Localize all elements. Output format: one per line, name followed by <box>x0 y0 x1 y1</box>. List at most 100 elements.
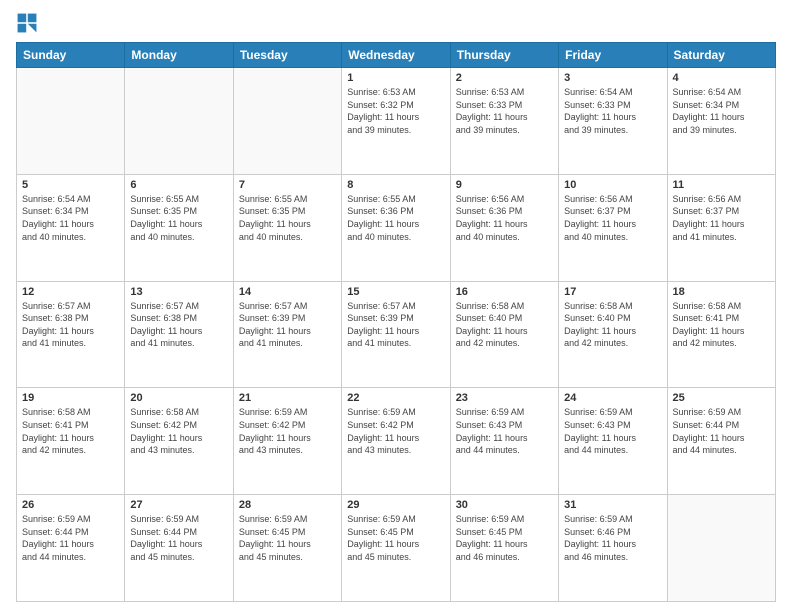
day-number: 28 <box>239 499 336 511</box>
calendar-cell: 13 Sunrise: 6:57 AM Sunset: 6:38 PM Dayli… <box>125 281 233 388</box>
day-info: Sunrise: 6:59 AM Sunset: 6:45 PM Dayligh… <box>347 513 444 563</box>
calendar-cell: 29 Sunrise: 6:59 AM Sunset: 6:45 PM Dayli… <box>342 495 450 602</box>
day-number: 4 <box>673 72 770 84</box>
day-number: 27 <box>130 499 227 511</box>
calendar-cell: 16 Sunrise: 6:58 AM Sunset: 6:40 PM Dayli… <box>450 281 558 388</box>
day-number: 14 <box>239 286 336 298</box>
day-info: Sunrise: 6:57 AM Sunset: 6:38 PM Dayligh… <box>22 300 119 350</box>
day-number: 2 <box>456 72 553 84</box>
day-info: Sunrise: 6:59 AM Sunset: 6:43 PM Dayligh… <box>564 406 661 456</box>
calendar-cell: 21 Sunrise: 6:59 AM Sunset: 6:42 PM Dayli… <box>233 388 341 495</box>
day-info: Sunrise: 6:53 AM Sunset: 6:33 PM Dayligh… <box>456 86 553 136</box>
day-info: Sunrise: 6:58 AM Sunset: 6:40 PM Dayligh… <box>564 300 661 350</box>
day-number: 15 <box>347 286 444 298</box>
day-info: Sunrise: 6:59 AM Sunset: 6:44 PM Dayligh… <box>130 513 227 563</box>
day-number: 13 <box>130 286 227 298</box>
day-number: 31 <box>564 499 661 511</box>
day-number: 12 <box>22 286 119 298</box>
calendar-cell: 1Sunrise: 6:53 AM Sunset: 6:32 PM Daylig… <box>342 68 450 175</box>
calendar-cell: 6 Sunrise: 6:55 AM Sunset: 6:35 PM Daylig… <box>125 174 233 281</box>
calendar-cell: 18 Sunrise: 6:58 AM Sunset: 6:41 PM Dayli… <box>667 281 775 388</box>
day-number: 23 <box>456 392 553 404</box>
calendar-cell: 23 Sunrise: 6:59 AM Sunset: 6:43 PM Dayli… <box>450 388 558 495</box>
weekday-header: Wednesday <box>342 43 450 68</box>
calendar-cell: 31 Sunrise: 6:59 AM Sunset: 6:46 PM Dayli… <box>559 495 667 602</box>
calendar-cell: 28 Sunrise: 6:59 AM Sunset: 6:45 PM Dayli… <box>233 495 341 602</box>
day-number: 9 <box>456 179 553 191</box>
calendar-cell: 2 Sunrise: 6:53 AM Sunset: 6:33 PM Daylig… <box>450 68 558 175</box>
day-info: Sunrise: 6:54 AM Sunset: 6:34 PM Dayligh… <box>673 86 770 136</box>
day-info: Sunrise: 6:58 AM Sunset: 6:41 PM Dayligh… <box>673 300 770 350</box>
calendar-table: SundayMondayTuesdayWednesdayThursdayFrid… <box>16 42 776 602</box>
day-number: 18 <box>673 286 770 298</box>
day-info: Sunrise: 6:58 AM Sunset: 6:41 PM Dayligh… <box>22 406 119 456</box>
day-info: Sunrise: 6:54 AM Sunset: 6:34 PM Dayligh… <box>22 193 119 243</box>
day-number: 21 <box>239 392 336 404</box>
day-number: 29 <box>347 499 444 511</box>
weekday-header: Tuesday <box>233 43 341 68</box>
logo <box>16 12 40 34</box>
day-number: 25 <box>673 392 770 404</box>
calendar-cell: 17 Sunrise: 6:58 AM Sunset: 6:40 PM Dayli… <box>559 281 667 388</box>
day-info: Sunrise: 6:59 AM Sunset: 6:45 PM Dayligh… <box>456 513 553 563</box>
calendar-cell: 22 Sunrise: 6:59 AM Sunset: 6:42 PM Dayli… <box>342 388 450 495</box>
calendar-cell: 10 Sunrise: 6:56 AM Sunset: 6:37 PM Dayli… <box>559 174 667 281</box>
day-info: Sunrise: 6:57 AM Sunset: 6:39 PM Dayligh… <box>239 300 336 350</box>
weekday-header: Friday <box>559 43 667 68</box>
weekday-header: Sunday <box>17 43 125 68</box>
day-number: 30 <box>456 499 553 511</box>
day-info: Sunrise: 6:55 AM Sunset: 6:36 PM Dayligh… <box>347 193 444 243</box>
calendar-cell <box>17 68 125 175</box>
day-info: Sunrise: 6:59 AM Sunset: 6:43 PM Dayligh… <box>456 406 553 456</box>
calendar-cell: 26 Sunrise: 6:59 AM Sunset: 6:44 PM Dayli… <box>17 495 125 602</box>
day-info: Sunrise: 6:55 AM Sunset: 6:35 PM Dayligh… <box>239 193 336 243</box>
calendar-cell: 24 Sunrise: 6:59 AM Sunset: 6:43 PM Dayli… <box>559 388 667 495</box>
day-info: Sunrise: 6:56 AM Sunset: 6:37 PM Dayligh… <box>673 193 770 243</box>
day-number: 17 <box>564 286 661 298</box>
day-number: 26 <box>22 499 119 511</box>
day-number: 11 <box>673 179 770 191</box>
day-number: 5 <box>22 179 119 191</box>
day-info: Sunrise: 6:53 AM Sunset: 6:32 PM Dayligh… <box>347 86 444 136</box>
weekday-header: Thursday <box>450 43 558 68</box>
day-number: 10 <box>564 179 661 191</box>
day-info: Sunrise: 6:57 AM Sunset: 6:39 PM Dayligh… <box>347 300 444 350</box>
weekday-header: Monday <box>125 43 233 68</box>
calendar-cell: 30 Sunrise: 6:59 AM Sunset: 6:45 PM Dayli… <box>450 495 558 602</box>
day-info: Sunrise: 6:59 AM Sunset: 6:44 PM Dayligh… <box>22 513 119 563</box>
day-number: 6 <box>130 179 227 191</box>
day-info: Sunrise: 6:59 AM Sunset: 6:42 PM Dayligh… <box>347 406 444 456</box>
calendar-cell: 3 Sunrise: 6:54 AM Sunset: 6:33 PM Daylig… <box>559 68 667 175</box>
calendar-cell: 20 Sunrise: 6:58 AM Sunset: 6:42 PM Dayli… <box>125 388 233 495</box>
calendar-cell <box>125 68 233 175</box>
day-info: Sunrise: 6:58 AM Sunset: 6:42 PM Dayligh… <box>130 406 227 456</box>
calendar-cell: 5 Sunrise: 6:54 AM Sunset: 6:34 PM Daylig… <box>17 174 125 281</box>
logo-icon <box>16 12 38 34</box>
day-info: Sunrise: 6:55 AM Sunset: 6:35 PM Dayligh… <box>130 193 227 243</box>
calendar-cell: 9Sunrise: 6:56 AM Sunset: 6:36 PM Daylig… <box>450 174 558 281</box>
day-info: Sunrise: 6:59 AM Sunset: 6:44 PM Dayligh… <box>673 406 770 456</box>
day-info: Sunrise: 6:59 AM Sunset: 6:46 PM Dayligh… <box>564 513 661 563</box>
day-number: 16 <box>456 286 553 298</box>
day-info: Sunrise: 6:57 AM Sunset: 6:38 PM Dayligh… <box>130 300 227 350</box>
calendar-cell: 15 Sunrise: 6:57 AM Sunset: 6:39 PM Dayli… <box>342 281 450 388</box>
day-number: 24 <box>564 392 661 404</box>
day-number: 7 <box>239 179 336 191</box>
day-info: Sunrise: 6:56 AM Sunset: 6:37 PM Dayligh… <box>564 193 661 243</box>
page: SundayMondayTuesdayWednesdayThursdayFrid… <box>0 0 792 612</box>
calendar-cell <box>233 68 341 175</box>
calendar-cell: 11 Sunrise: 6:56 AM Sunset: 6:37 PM Dayli… <box>667 174 775 281</box>
day-number: 20 <box>130 392 227 404</box>
weekday-header: Saturday <box>667 43 775 68</box>
day-info: Sunrise: 6:54 AM Sunset: 6:33 PM Dayligh… <box>564 86 661 136</box>
day-number: 3 <box>564 72 661 84</box>
day-number: 22 <box>347 392 444 404</box>
day-number: 19 <box>22 392 119 404</box>
calendar-cell: 14 Sunrise: 6:57 AM Sunset: 6:39 PM Dayli… <box>233 281 341 388</box>
day-info: Sunrise: 6:58 AM Sunset: 6:40 PM Dayligh… <box>456 300 553 350</box>
day-info: Sunrise: 6:59 AM Sunset: 6:42 PM Dayligh… <box>239 406 336 456</box>
calendar-cell: 19 Sunrise: 6:58 AM Sunset: 6:41 PM Dayli… <box>17 388 125 495</box>
day-info: Sunrise: 6:59 AM Sunset: 6:45 PM Dayligh… <box>239 513 336 563</box>
calendar-cell: 4 Sunrise: 6:54 AM Sunset: 6:34 PM Daylig… <box>667 68 775 175</box>
day-number: 8 <box>347 179 444 191</box>
